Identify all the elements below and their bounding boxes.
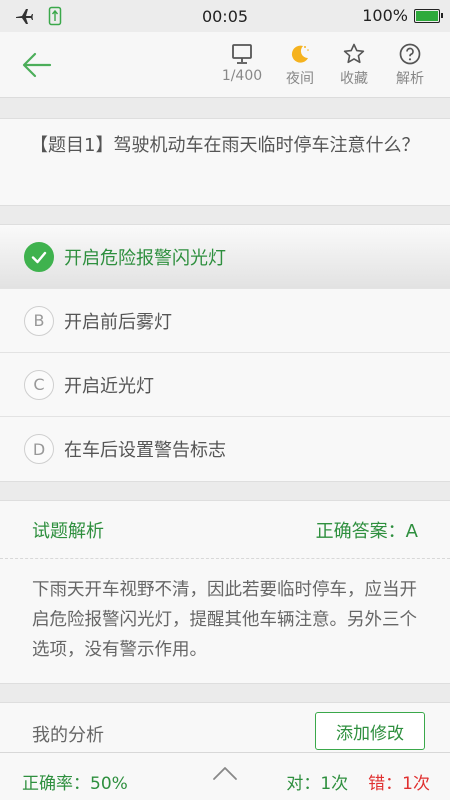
correct-answer: 正确答案：A [315,520,418,542]
battery-icon [414,8,443,23]
option-marker: B [24,305,54,336]
option-marker: C [24,369,54,400]
back-button[interactable] [20,48,54,82]
explanation-button[interactable]: 解析 [382,42,438,88]
option-text: 开启前后雾灯 [64,311,172,333]
option-c[interactable]: C 开启近光灯 [0,353,450,417]
my-analysis-label: 我的分析 [32,725,104,746]
option-d[interactable]: D 在车后设置警告标志 [0,417,450,481]
night-mode-label: 夜间 [286,71,314,87]
battery-level [416,10,438,21]
question-icon [382,42,438,66]
option-text: 开启危险报警闪光灯 [64,247,226,269]
wrong-count: 错：1次 [368,774,430,794]
accuracy-rate: 正确率：50% [22,774,128,794]
option-marker: D [24,434,54,464]
progress-label: 1/400 [221,68,263,84]
add-edit-button[interactable]: 添加修改 [315,712,425,750]
expand-button[interactable] [210,761,240,785]
question-text: 【题目1】驾驶机动车在雨天临时停车注意什么？ [30,135,420,156]
analysis-header: 试题解析 正确答案：A [0,501,450,559]
option-text: 开启近光灯 [64,375,154,397]
option-b[interactable]: B 开启前后雾灯 [0,289,450,353]
chevron-up-icon [213,767,237,780]
battery-percent: 100% [362,6,408,25]
night-mode-button[interactable]: 夜间 [272,42,328,88]
option-a[interactable]: 开启危险报警闪光灯 [0,225,450,289]
favorite-button[interactable]: 收藏 [326,42,382,88]
toolbar: 1/400 夜间 收藏 解析 [0,32,450,98]
correct-count: 对：1次 [286,774,349,794]
explanation-label: 解析 [396,71,424,87]
analysis-title: 试题解析 [32,520,104,542]
star-icon [326,42,382,66]
options-list: 开启危险报警闪光灯 B 开启前后雾灯 C 开启近光灯 D 在车后设置警告标志 [0,224,450,482]
moon-icon [272,42,328,66]
bottom-bar: 正确率：50% 对：1次 错：1次 [0,752,450,800]
my-analysis-section: 我的分析 添加修改 [0,702,450,752]
analysis-text: 下雨天开车视野不清，因此若要临时停车，应当开启危险报警闪光灯，提醒其他车辆注意。… [32,580,417,660]
status-bar: 00:05 100% [0,0,450,32]
option-text: 在车后设置警告标志 [64,440,226,461]
favorite-label: 收藏 [340,71,368,87]
monitor-icon [214,42,270,66]
analysis-card: 试题解析 正确答案：A 下雨天开车视野不清，因此若要临时停车，应当开启危险报警闪… [0,500,450,684]
back-arrow-icon [22,52,52,78]
question-card: 【题目1】驾驶机动车在雨天临时停车注意什么？ [0,118,450,206]
check-icon [24,241,54,272]
progress-button[interactable]: 1/400 [214,42,270,84]
